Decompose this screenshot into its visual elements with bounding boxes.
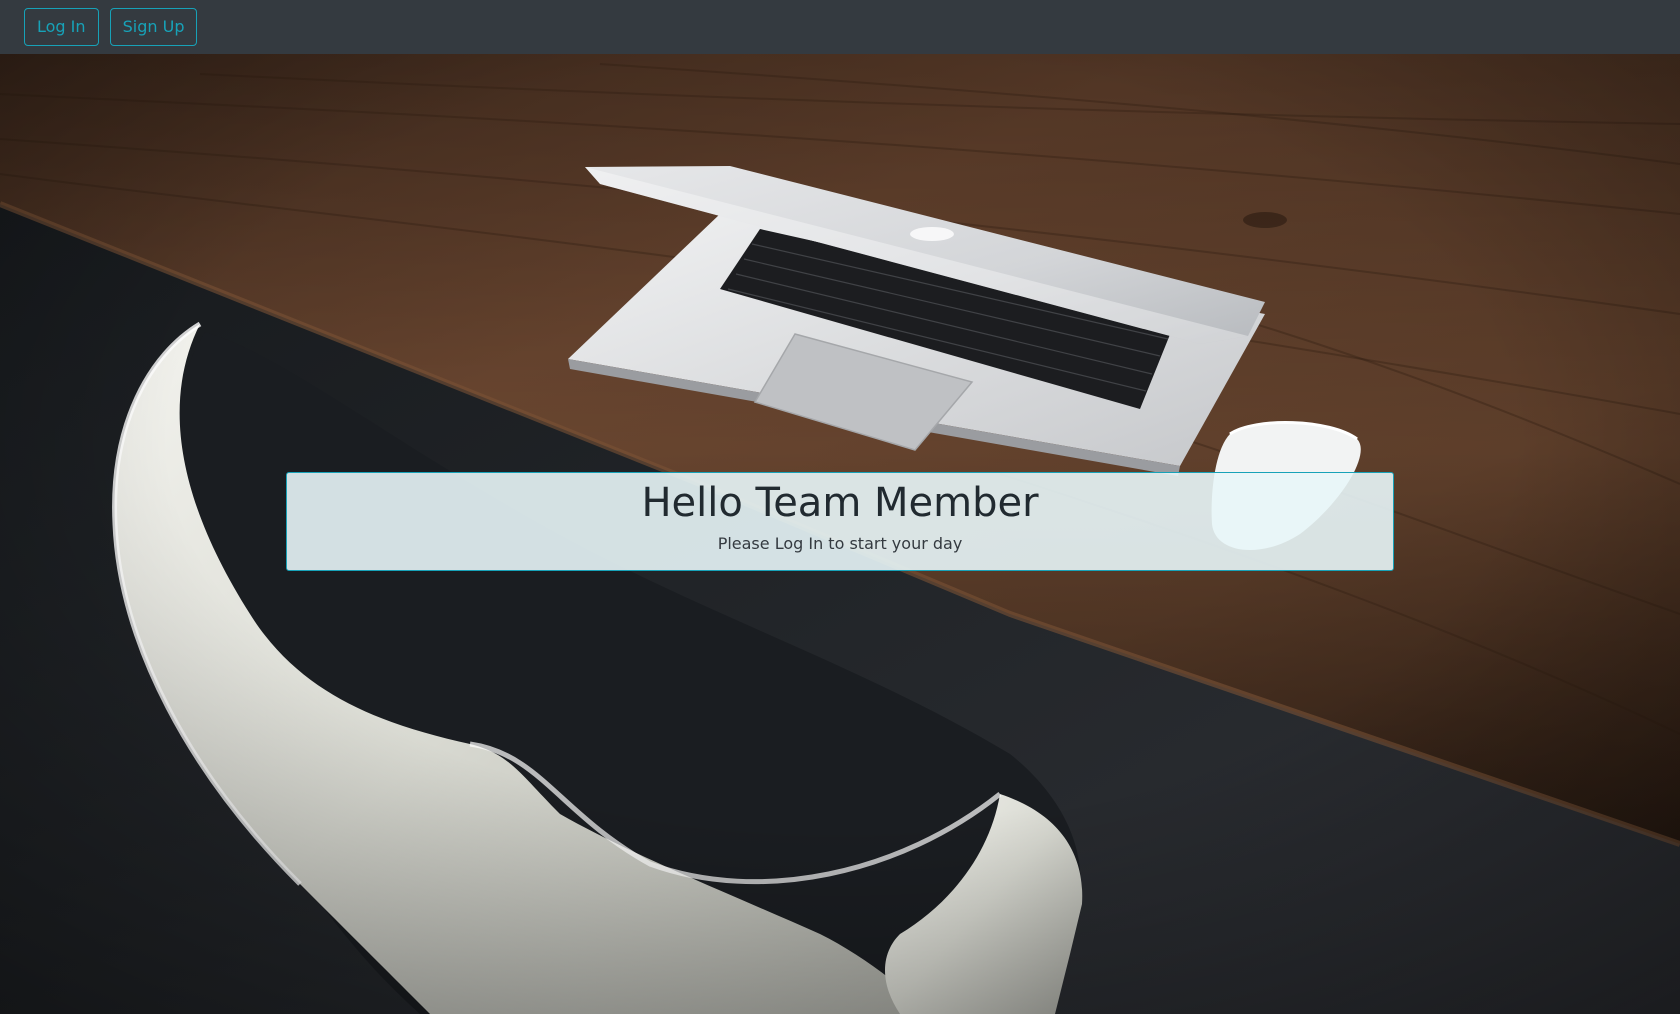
top-navbar: Log In Sign Up <box>0 0 1680 54</box>
login-page: Log In Sign Up Hello Team Member Please … <box>0 0 1680 1014</box>
login-button[interactable]: Log In <box>24 8 99 46</box>
signup-button[interactable]: Sign Up <box>109 8 198 46</box>
welcome-subtitle: Please Log In to start your day <box>717 534 963 553</box>
welcome-heading: Hello Team Member <box>641 480 1039 526</box>
welcome-jumbotron: Hello Team Member Please Log In to start… <box>286 472 1394 571</box>
